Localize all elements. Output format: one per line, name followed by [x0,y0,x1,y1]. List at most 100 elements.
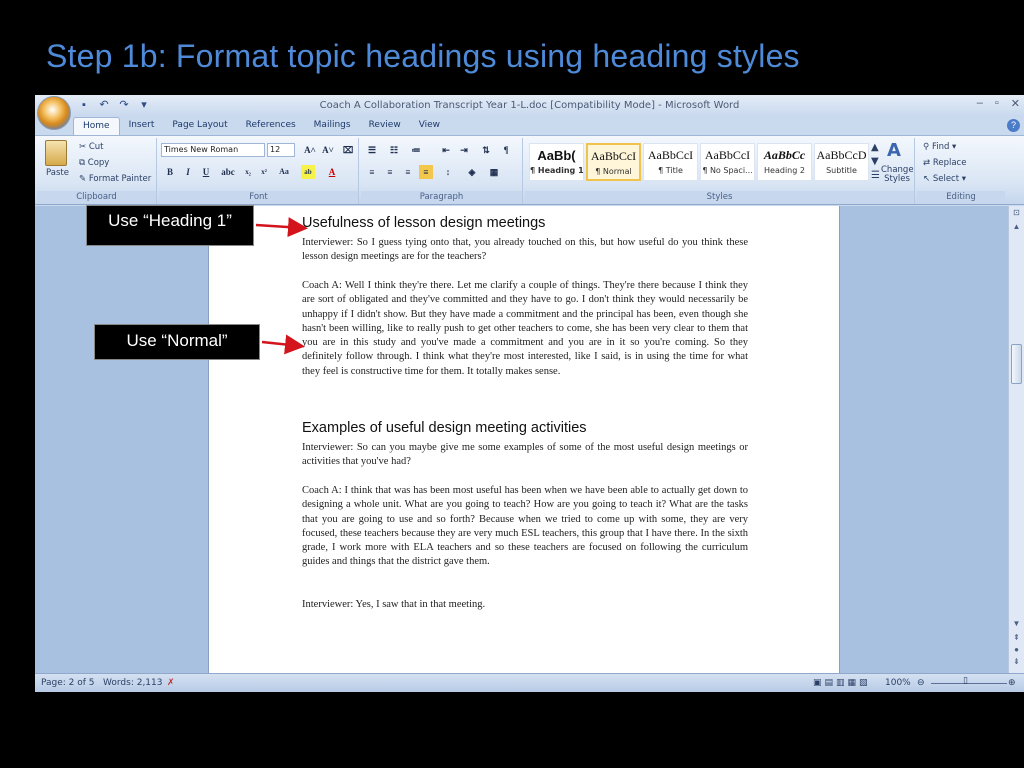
paragraph-label: Paragraph [361,191,522,203]
decrease-indent-icon[interactable]: ⇤ [439,143,453,157]
change-styles-button[interactable]: Change Styles [881,166,914,184]
tab-insert[interactable]: Insert [120,117,164,135]
clipboard-label: Clipboard [37,191,156,203]
tab-references[interactable]: References [237,117,305,135]
tab-view[interactable]: View [410,117,449,135]
sort-icon[interactable]: ⇅ [479,143,493,157]
next-page-icon[interactable]: ⇟ [1011,657,1022,666]
select-button[interactable]: ↖ Select ▾ [923,174,966,184]
word-window: ▪ ↶ ↷ ▾ Coach A Collaboration Transcript… [35,95,1024,692]
scroll-up-icon[interactable]: ▲ [1011,222,1022,231]
tab-mailings[interactable]: Mailings [305,117,360,135]
strikethrough-button[interactable]: abc [221,165,235,179]
scroll-down-icon[interactable]: ▼ [1011,619,1022,628]
italic-button[interactable]: I [181,165,195,179]
paste-button[interactable]: Paste [46,168,69,178]
line-spacing-icon[interactable]: ↕ [441,165,455,179]
shrink-font-icon[interactable]: A˅ [321,143,335,157]
multilevel-list-icon[interactable]: ≔ [409,143,423,157]
zoom-level[interactable]: 100% [885,678,911,688]
styles-more-icon[interactable]: ☰ [871,170,880,181]
callout-normal: Use “Normal” [94,324,260,360]
style-normal[interactable]: AaBbCcI ¶ Normal [586,143,641,181]
window-title: Coach A Collaboration Transcript Year 1-… [319,100,740,111]
document-page[interactable]: Usefulness of lesson design meetings Int… [208,206,840,673]
numbering-icon[interactable]: ☷ [387,143,401,157]
find-button[interactable]: ⚲ Find ▾ [923,142,956,152]
superscript-button[interactable]: x² [257,165,271,179]
browse-object-icon[interactable]: ● [1011,645,1022,654]
zoom-in-icon[interactable]: ⊕ [1008,678,1016,688]
paste-icon[interactable] [45,140,67,166]
change-case-icon[interactable]: Aa [277,165,291,179]
show-marks-icon[interactable]: ¶ [499,143,513,157]
help-icon[interactable]: ? [1007,119,1020,132]
format-painter-button[interactable]: ✎ Format Painter [79,174,151,184]
align-left-icon[interactable]: ≡ [365,165,379,179]
borders-icon[interactable]: ▦ [487,165,501,179]
view-buttons-icon[interactable]: ▣▤▥▦▧ [813,678,871,688]
styles-scroll-up-icon[interactable]: ▲ [871,142,879,153]
font-size-combo[interactable]: 12 [267,143,295,157]
styles-group: AaBb( ¶ Heading 1 AaBbCcI ¶ Normal AaBbC… [525,138,915,204]
underline-button[interactable]: U [199,165,213,179]
align-right-icon[interactable]: ≡ [401,165,415,179]
title-bar: ▪ ↶ ↷ ▾ Coach A Collaboration Transcript… [35,95,1024,117]
maximize-button[interactable]: ▫ [995,97,999,110]
slide-title: Step 1b: Format topic headings using hea… [46,38,800,74]
style-heading-2[interactable]: AaBbCc Heading 2 [757,143,812,181]
status-bar: Page: 2 of 5 Words: 2,113 ✗ ▣▤▥▦▧ 100% ⊖… [35,673,1024,692]
tab-page-layout[interactable]: Page Layout [163,117,236,135]
subscript-button[interactable]: x₂ [241,165,255,179]
font-color-icon[interactable]: A [325,165,339,179]
office-button[interactable] [37,96,71,130]
styles-scroll-down-icon[interactable]: ▼ [871,156,879,167]
increase-indent-icon[interactable]: ⇥ [457,143,471,157]
paragraph-interviewer-2[interactable]: Interviewer: So can you maybe give me so… [302,441,748,470]
style-title[interactable]: AaBbCcI ¶ Title [643,143,698,181]
tab-home[interactable]: Home [73,117,120,135]
word-count[interactable]: Words: 2,113 [103,678,162,688]
close-button[interactable]: ✕ [1011,97,1020,110]
shading-icon[interactable]: ◈ [465,165,479,179]
clipboard-group: Paste ✂ Cut ⧉ Copy ✎ Format Painter Clip… [37,138,157,204]
font-name-combo[interactable]: Times New Roman [161,143,265,157]
highlight-icon[interactable]: ab [301,165,315,179]
scroll-thumb[interactable] [1011,344,1022,384]
paragraph-coach-1[interactable]: Coach A: Well I think they're there. Let… [302,279,748,379]
heading-examples[interactable]: Examples of useful design meeting activi… [302,420,587,436]
styles-label: Styles [525,191,914,203]
zoom-slider[interactable] [931,683,1007,684]
cut-button[interactable]: ✂ Cut [79,142,103,152]
brush-icon: ✎ [79,174,89,184]
prev-page-icon[interactable]: ⇞ [1011,633,1022,642]
ruler-toggle-icon[interactable]: ⊡ [1011,208,1022,217]
clear-formatting-icon[interactable]: ⌧ [341,143,355,157]
paragraph-interviewer-1[interactable]: Interviewer: So I guess tying onto that,… [302,236,748,265]
paragraph-interviewer-3[interactable]: Interviewer: Yes, I saw that in that mee… [302,598,748,612]
tab-review[interactable]: Review [360,117,410,135]
style-no-spacing[interactable]: AaBbCcI ¶ No Spaci... [700,143,755,181]
justify-icon[interactable]: ≡ [419,165,433,179]
zoom-slider-thumb[interactable]: ▯ [963,676,968,686]
paragraph-coach-2[interactable]: Coach A: I think that was has been most … [302,484,748,570]
grow-font-icon[interactable]: A˄ [303,143,317,157]
change-styles-icon[interactable]: A [887,140,901,161]
window-controls: – ▫ ✕ [977,97,1020,110]
bold-button[interactable]: B [163,165,177,179]
proofing-icon[interactable]: ✗ [167,678,175,688]
bullets-icon[interactable]: ☰ [365,143,379,157]
binoculars-icon: ⚲ [923,142,932,152]
style-heading-1[interactable]: AaBb( ¶ Heading 1 [529,143,584,181]
copy-icon: ⧉ [79,158,88,168]
font-label: Font [159,191,358,203]
align-center-icon[interactable]: ≡ [383,165,397,179]
page-count[interactable]: Page: 2 of 5 [41,678,95,688]
minimize-button[interactable]: – [977,97,983,110]
style-subtitle[interactable]: AaBbCcD Subtitle [814,143,869,181]
zoom-out-icon[interactable]: ⊖ [917,678,925,688]
replace-button[interactable]: ⇄ Replace [923,158,966,168]
copy-button[interactable]: ⧉ Copy [79,158,109,168]
heading-usefulness[interactable]: Usefulness of lesson design meetings [302,215,545,231]
vertical-scrollbar[interactable]: ⊡ ▲ ▼ ⇞ ● ⇟ [1008,206,1024,673]
